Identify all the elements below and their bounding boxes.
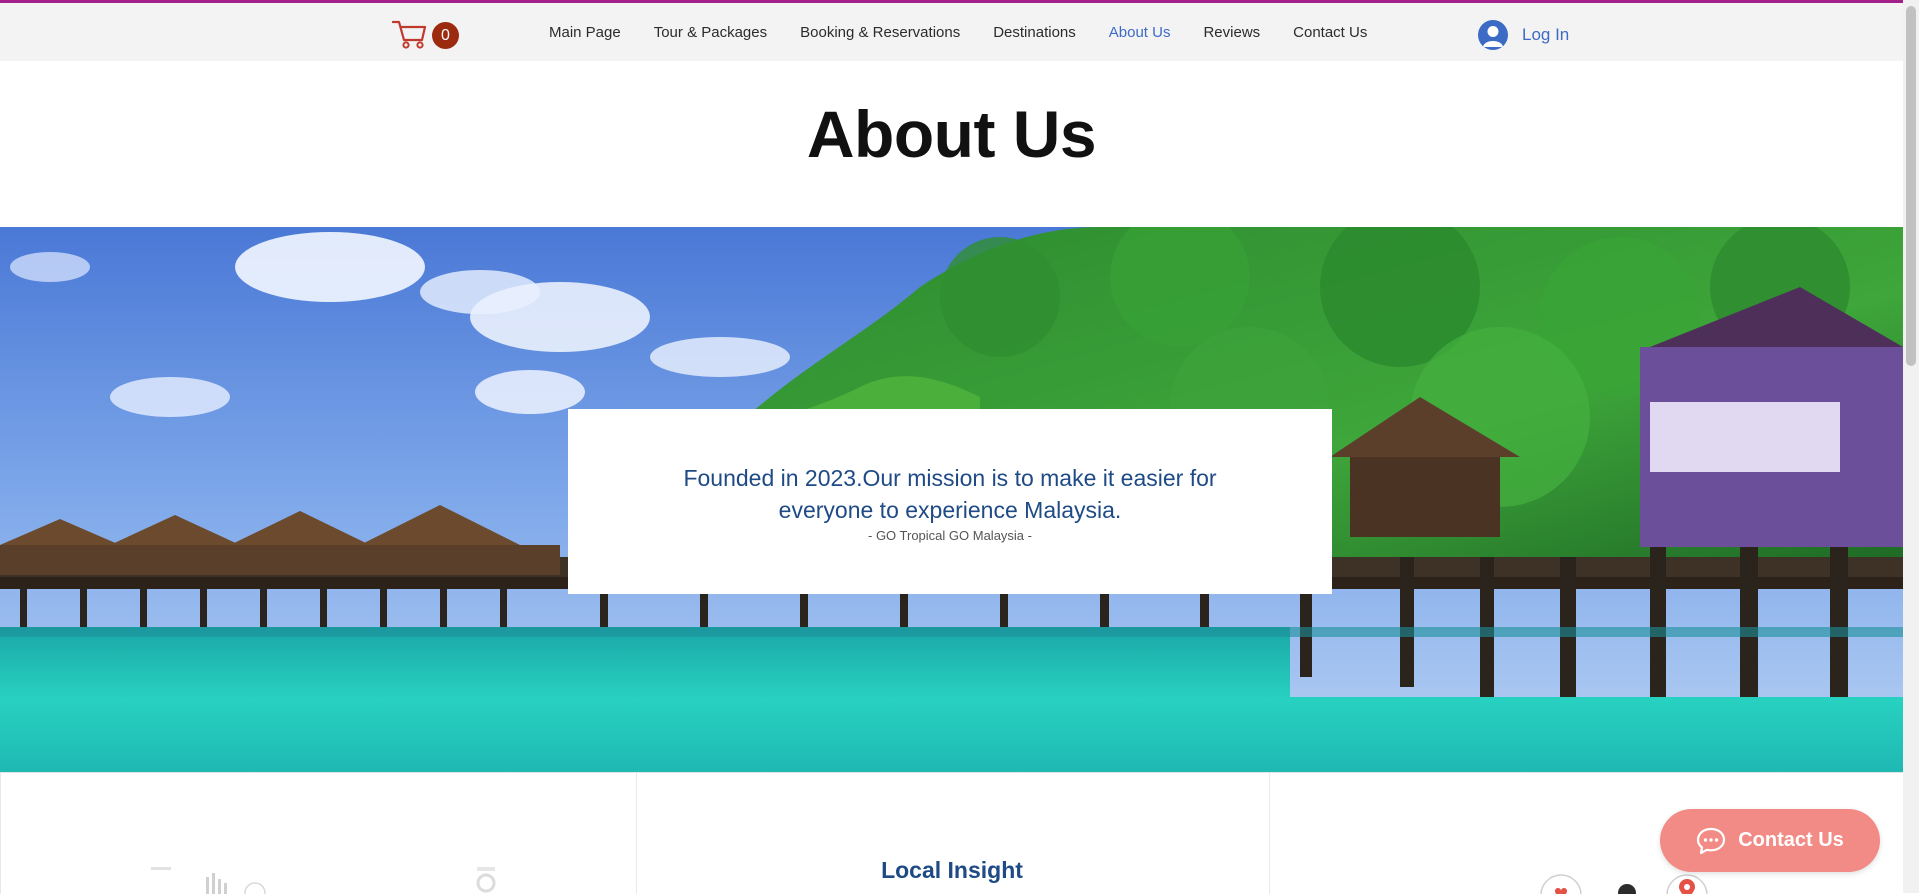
mission-line-1: Founded in 2023.Our mission is to make i… [683,465,1217,491]
mission-line-2: everyone to experience Malaysia. [778,497,1122,523]
mission-tagline: - GO Tropical GO Malaysia - [868,528,1032,543]
contact-us-label: Contact Us [1738,829,1844,851]
features-section: Local Insight [0,772,1903,894]
nav-item-main-page[interactable]: Main Page [549,24,621,41]
mission-statement: Founded in 2023.Our mission is to make i… [670,462,1230,526]
feature-col-2: Local Insight [635,773,1270,894]
nav-item-about-us[interactable]: About Us [1109,24,1171,41]
page-scrollbar[interactable] [1903,0,1919,893]
local-insight-title: Local Insight [881,857,1023,883]
nav-item-reviews[interactable]: Reviews [1203,24,1260,41]
cart-button[interactable]: 0 [392,18,462,54]
login-label: Log In [1522,25,1570,44]
nav-item-tour-packages[interactable]: Tour & Packages [654,24,767,41]
cart-count-badge: 0 [432,22,459,49]
nav-item-contact-us[interactable]: Contact Us [1293,24,1367,41]
login-button[interactable]: Log In [1478,19,1569,51]
chat-bubble-icon [1697,827,1726,854]
mission-card: Founded in 2023.Our mission is to make i… [568,409,1332,594]
scrollbar-thumb[interactable] [1906,6,1916,366]
nav-item-destinations[interactable]: Destinations [993,24,1076,41]
contact-us-chat-button[interactable]: Contact Us [1660,809,1880,872]
cart-icon [392,20,427,49]
feature-col-1 [0,773,637,894]
nav-item-booking[interactable]: Booking & Reservations [800,24,960,41]
chart-illustration-icon [151,867,266,894]
user-avatar-icon [1478,20,1508,50]
page-title: About Us [806,97,1097,171]
site-header: 0 Main Page Tour & Packages Booking & Re… [0,3,1903,61]
main-nav: Main Page Tour & Packages Booking & Rese… [549,3,1400,61]
gear-icon [476,867,496,893]
travel-illustration-icon [1540,874,1708,894]
